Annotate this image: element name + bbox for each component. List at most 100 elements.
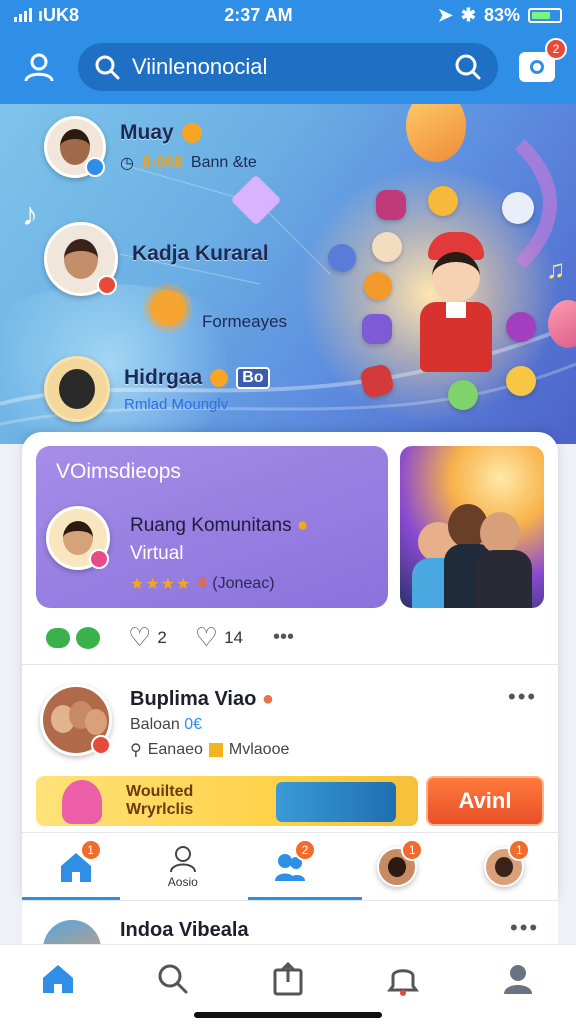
music-note-icon: ♪ — [22, 196, 38, 232]
emoji-icon: ● — [261, 688, 274, 710]
promo-line1: Wouilted — [126, 783, 194, 800]
divider — [22, 664, 558, 665]
heart-icon: ♡ — [128, 622, 152, 652]
status-bar: ıUK8 2:37 AM ➤ ✱ 83% — [0, 0, 576, 30]
more-options-button[interactable]: ••• — [273, 626, 294, 649]
nav-profile[interactable] — [488, 957, 548, 1001]
moon-icon — [506, 366, 536, 396]
post-more-button[interactable]: ••• — [510, 915, 539, 941]
community-name-line1: Ruang Komunitans — [130, 515, 292, 536]
home-indicator — [194, 1012, 382, 1018]
person-subtitle: Rmlad Mounglv — [124, 395, 229, 413]
heart-icon: ♡ — [194, 622, 219, 652]
like-button[interactable]: ♡ 2 — [128, 622, 167, 653]
chat-button[interactable] — [46, 626, 100, 649]
battery-percent: 83% — [483, 4, 520, 25]
person-name: Kadja Kuraral — [132, 242, 269, 265]
story-bar: 1 Aosio 2 1 1 — [22, 832, 558, 900]
mascot-girl — [406, 232, 506, 372]
avatar — [44, 116, 106, 178]
profile-button[interactable] — [16, 44, 62, 90]
game-icon — [448, 380, 478, 410]
chat-bubble-icon — [46, 627, 70, 648]
person-tag: Formeayes — [202, 312, 288, 331]
feed-card: VOimsdieops Ruang Komunitans ● Virtual ★… — [22, 432, 558, 900]
post-item[interactable]: Indoa Vibeala ••• — [22, 900, 558, 944]
location-pin-icon: ⚲ — [130, 742, 142, 759]
gallery-icon — [376, 190, 406, 220]
bell-icon — [387, 969, 420, 996]
bluetooth-icon: ✱ — [460, 4, 476, 25]
stat-text: Bann &te — [190, 154, 257, 171]
search-submit-icon[interactable] — [454, 53, 482, 81]
story-profile[interactable]: Aosio — [143, 837, 223, 897]
nav-upload[interactable] — [258, 957, 318, 1001]
swirl-icon — [506, 312, 536, 342]
story-count: 1 — [401, 838, 424, 861]
coin-icon — [210, 368, 229, 387]
upload-icon — [273, 962, 303, 996]
soccer-icon — [502, 192, 534, 224]
profile-icon — [504, 965, 533, 994]
notification-badge: 2 — [545, 38, 567, 60]
story-count: 2 — [293, 838, 316, 861]
folder-icon — [208, 743, 223, 757]
bulb-icon — [372, 232, 402, 262]
search-input[interactable]: Viinlenonocial — [132, 54, 442, 80]
level-badge: Bo — [236, 366, 270, 389]
heart-count: 14 — [224, 627, 244, 647]
community-name-line2: Virtual — [130, 543, 184, 564]
promo-cta-button[interactable]: Avinl — [426, 776, 544, 826]
rating-value: 4 — [197, 575, 207, 592]
post-author-name: Indoa Vibeala — [120, 919, 249, 941]
carrier-label: ıUK8 — [38, 4, 80, 25]
post-subtitle: Baloan 0€ — [130, 716, 202, 734]
post-location: ⚲ Eanaeo Mvlaooe — [130, 740, 289, 760]
rating-note: (Joneac) — [212, 575, 275, 592]
promo-line2: Wryrlclis — [126, 801, 194, 818]
search-icon — [95, 55, 120, 80]
like-count: 2 — [157, 627, 167, 647]
community-card[interactable]: VOimsdieops Ruang Komunitans ● Virtual ★… — [36, 446, 388, 608]
avatar — [44, 222, 118, 296]
avatar — [40, 917, 104, 944]
music-note-icon: ♫ — [546, 254, 566, 284]
nav-notifications[interactable] — [373, 957, 433, 1001]
status-left: ıUK8 — [14, 5, 79, 26]
story-count: 1 — [508, 838, 531, 861]
heart-button[interactable]: ♡ 14 — [195, 622, 243, 653]
person-outline-icon — [169, 845, 196, 872]
hero-banner: ♪ ♫ Muay ◷ 8:068 Bann &te Kadja Kuraral … — [0, 104, 576, 444]
story-user-2[interactable]: 1 — [464, 837, 544, 897]
story-label: Aosio — [167, 874, 198, 889]
nav-home[interactable] — [28, 957, 88, 1001]
camera-button[interactable]: 2 — [514, 38, 567, 90]
nav-search[interactable] — [143, 957, 203, 1001]
top-header: Viinlenonocial 2 — [0, 30, 576, 104]
hero-person-3[interactable]: Hidrgaa Bo Rmlad Mounglv — [44, 356, 270, 422]
camera-icon: 2 — [519, 38, 567, 82]
family-photo[interactable] — [400, 446, 544, 608]
hero-person-1[interactable]: Muay ◷ 8:068 Bann &te — [44, 116, 257, 178]
post-location-tag: Mvlaooe — [228, 741, 290, 758]
cookie-icon — [364, 272, 392, 300]
story-home[interactable]: 1 — [36, 837, 116, 897]
stat-value: 8:068 — [141, 154, 183, 171]
gift-icon — [76, 626, 100, 649]
search-bar[interactable]: Viinlenonocial — [78, 43, 498, 91]
battery-icon — [528, 7, 562, 23]
post-author-name: Buplima Viao — [130, 688, 257, 710]
post-item[interactable]: Buplima Viao ● Baloan 0€ ⚲ Eanaeo Mvlaoo… — [40, 684, 540, 764]
story-count: 1 — [79, 838, 102, 861]
star-rating-icon: ★★★★ — [130, 576, 192, 593]
promo-banner[interactable]: Wouilted Wryrlclis — [36, 776, 418, 826]
status-right: ➤ ✱ 83% — [438, 5, 562, 26]
coin-icon — [181, 123, 202, 143]
story-user-1[interactable]: 1 — [357, 837, 437, 897]
post-location-text: Eanaeo — [147, 741, 203, 758]
post-more-button[interactable]: ••• — [508, 684, 537, 710]
avatar — [44, 356, 110, 422]
story-group[interactable]: 2 — [250, 837, 330, 897]
community-rating: ★★★★ 4 (Joneac) — [130, 574, 275, 594]
hero-person-2[interactable]: Kadja Kuraral — [44, 222, 269, 296]
